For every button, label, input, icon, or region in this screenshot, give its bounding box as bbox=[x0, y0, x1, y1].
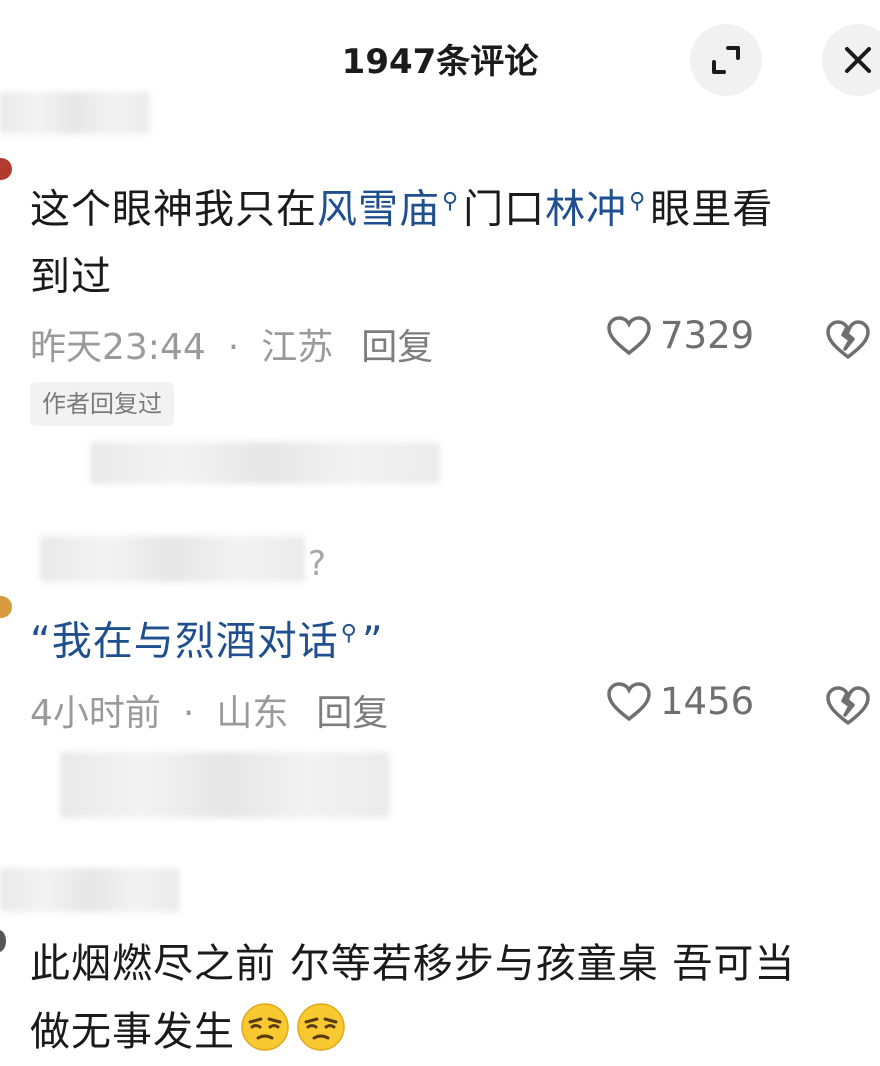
reply-button[interactable]: 回复 bbox=[316, 693, 388, 734]
avatar[interactable] bbox=[0, 930, 6, 952]
avatar[interactable] bbox=[0, 596, 12, 618]
username-redacted[interactable] bbox=[0, 92, 150, 134]
username-redacted[interactable] bbox=[0, 868, 180, 912]
reply-button[interactable]: 回复 bbox=[361, 327, 433, 368]
username-redacted[interactable] bbox=[40, 536, 305, 582]
close-icon bbox=[845, 47, 871, 73]
smirk-emoji-icon bbox=[241, 1003, 289, 1051]
comment-text-segment: 到过 bbox=[30, 254, 112, 301]
search-icon: ⚲ bbox=[340, 621, 358, 646]
like-count: 7329 bbox=[660, 314, 755, 357]
comment-text: 此烟燃尽之前 尔等若移步与孩童桌 吾可当 做无事发生 bbox=[30, 930, 795, 1066]
like-button[interactable]: 7329 bbox=[606, 314, 754, 357]
author-replied-badge: 作者回复过 bbox=[30, 382, 174, 426]
reply-preview-redacted[interactable] bbox=[90, 442, 440, 484]
dislike-button[interactable] bbox=[824, 684, 872, 730]
smirk-emoji-icon bbox=[297, 1003, 345, 1051]
comment-text: “我在与烈酒对话⚲” bbox=[30, 600, 384, 675]
heart-icon bbox=[607, 315, 651, 355]
quote-mark: “ bbox=[30, 618, 52, 665]
comment-location: 江苏 bbox=[261, 327, 334, 368]
comment-text-segment: 这个眼神我只在 bbox=[30, 186, 317, 233]
separator: · bbox=[182, 693, 195, 734]
quote-mark: ” bbox=[361, 618, 384, 665]
comment-time: 4小时前 bbox=[30, 693, 161, 734]
comment-meta: 昨天23:44 · 江苏 回复 bbox=[30, 318, 433, 370]
broken-heart-icon bbox=[826, 320, 870, 359]
expand-button[interactable] bbox=[690, 24, 762, 96]
comment-time: 昨天23:44 bbox=[30, 327, 206, 368]
comment-text-segment: 眼里看 bbox=[650, 186, 774, 233]
reply-preview-redacted[interactable] bbox=[60, 752, 390, 818]
comment-text-segment: 门口 bbox=[463, 186, 546, 233]
search-link[interactable]: 风雪庙 bbox=[317, 186, 440, 232]
comment-text-line: 做无事发生 bbox=[30, 1009, 235, 1055]
comment-text-line: 此烟燃尽之前 尔等若移步与孩童桌 吾可当 bbox=[30, 941, 796, 987]
comment-location: 山东 bbox=[216, 693, 289, 734]
search-link[interactable]: 我在与烈酒对话 bbox=[52, 618, 339, 664]
like-button[interactable]: 1456 bbox=[606, 680, 754, 723]
dislike-button[interactable] bbox=[824, 318, 872, 364]
expand-icon bbox=[712, 46, 740, 74]
heart-icon bbox=[607, 681, 651, 721]
separator: · bbox=[227, 327, 240, 368]
broken-heart-icon bbox=[826, 686, 870, 725]
search-link[interactable]: 林冲 bbox=[545, 186, 627, 232]
comment-text: 这个眼神我只在风雪庙⚲ 门口林冲⚲ 眼里看 到过 bbox=[30, 168, 773, 311]
avatar[interactable] bbox=[0, 158, 12, 180]
search-icon: ⚲ bbox=[442, 189, 460, 214]
close-button[interactable] bbox=[822, 24, 880, 96]
like-count: 1456 bbox=[660, 680, 755, 723]
username-suffix: ? bbox=[308, 544, 327, 584]
search-icon: ⚲ bbox=[629, 189, 647, 214]
comment-meta: 4小时前 · 山东 回复 bbox=[30, 684, 388, 736]
